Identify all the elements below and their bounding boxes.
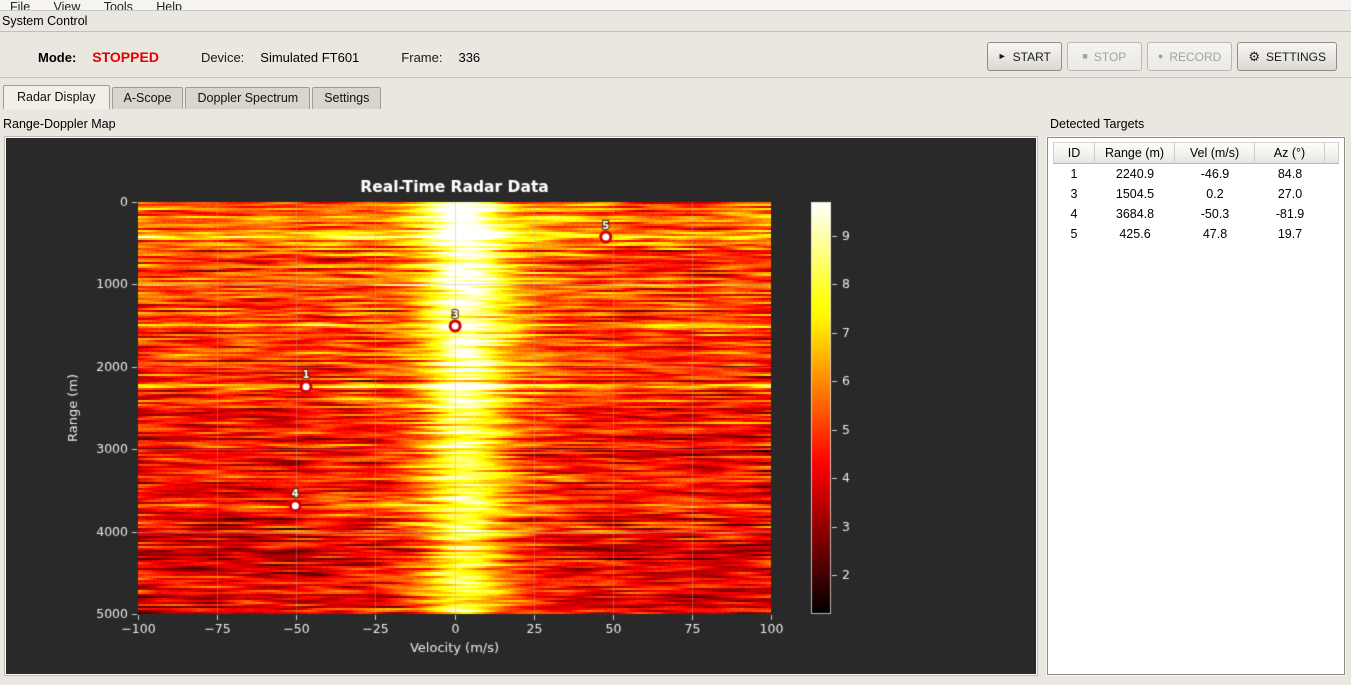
mode-label: Mode: xyxy=(38,49,77,65)
column-header-stub xyxy=(1325,142,1339,164)
targets-table: ID Range (m) Vel (m/s) Az (°) 1 2240.9 -46.9 8… xyxy=(1053,142,1339,244)
control-buttons: ► START ■ STOP ● RECORD ⚙ SETTINGS xyxy=(986,42,1337,71)
range-doppler-section: Range-Doppler Map xyxy=(0,115,1040,676)
table-row[interactable]: 1 2240.9 -46.9 84.8 xyxy=(1053,164,1339,184)
targets-table-panel: ID Range (m) Vel (m/s) Az (°) 1 2240.9 -46.9 8… xyxy=(1046,136,1346,676)
main-content: Range-Doppler Map Detected Targets ID Ran… xyxy=(0,115,1351,676)
menu-item-view[interactable]: View xyxy=(44,0,91,10)
table-cell: 19.7 xyxy=(1277,227,1303,241)
record-button[interactable]: ● RECORD xyxy=(1146,42,1233,71)
menu-item-file[interactable]: File xyxy=(0,0,40,10)
record-icon: ● xyxy=(1157,51,1164,61)
table-row[interactable]: 5 425.6 47.8 19.7 xyxy=(1053,224,1339,244)
start-button[interactable]: ► START xyxy=(986,42,1062,71)
group-separator xyxy=(0,31,1351,32)
table-header-row: ID Range (m) Vel (m/s) Az (°) xyxy=(1053,142,1339,164)
mode-value: STOPPED xyxy=(92,49,159,65)
tab-bar: Radar Display A-Scope Doppler Spectrum S… xyxy=(0,85,1351,109)
radar-figure-canvas xyxy=(6,138,1036,674)
tab-radar-display[interactable]: Radar Display xyxy=(3,85,110,109)
table-cell-stub xyxy=(1325,224,1339,244)
table-cell: 5 xyxy=(1070,227,1078,241)
menu-bar: File View Tools Help xyxy=(0,0,1351,11)
device-label: Device: xyxy=(200,49,245,65)
table-cell: 2240.9 xyxy=(1115,167,1155,181)
table-cell: 3684.8 xyxy=(1115,207,1155,221)
table-cell: 0.2 xyxy=(1206,187,1224,201)
menu-item-tools[interactable]: Tools xyxy=(94,0,143,10)
frame-label: Frame: xyxy=(401,49,443,65)
table-cell: -46.9 xyxy=(1200,167,1230,181)
status-row: Mode: STOPPED Device: Simulated FT601 Fr… xyxy=(38,41,480,73)
table-cell: 1504.5 xyxy=(1115,187,1155,201)
range-doppler-map-title: Range-Doppler Map xyxy=(3,117,116,131)
radar-figure-panel xyxy=(4,136,1038,676)
table-cell: 84.8 xyxy=(1277,167,1303,181)
table-cell-stub xyxy=(1325,164,1339,184)
gear-icon: ⚙ xyxy=(1248,49,1260,64)
table-cell: -50.3 xyxy=(1200,207,1230,221)
table-row[interactable]: 4 3684.8 -50.3 -81.9 xyxy=(1053,204,1339,224)
menu-item-help[interactable]: Help xyxy=(146,0,192,10)
column-header[interactable]: Range (m) xyxy=(1095,142,1175,164)
table-cell: 425.6 xyxy=(1119,227,1151,241)
tab-settings[interactable]: Settings xyxy=(312,87,382,109)
table-cell: 3 xyxy=(1070,187,1078,201)
table-cell: 1 xyxy=(1070,167,1078,181)
column-header[interactable]: ID xyxy=(1053,142,1095,164)
device-value: Simulated FT601 xyxy=(260,49,360,65)
tab-a-scope[interactable]: A-Scope xyxy=(111,87,184,109)
table-cell-stub xyxy=(1325,204,1339,224)
settings-button[interactable]: ⚙ SETTINGS xyxy=(1237,42,1337,71)
stop-icon: ■ xyxy=(1082,51,1088,61)
system-control-group: System Control Mode: STOPPED Device: Sim… xyxy=(0,11,1351,78)
table-cell: 27.0 xyxy=(1277,187,1303,201)
column-header[interactable]: Vel (m/s) xyxy=(1175,142,1255,164)
frame-value: 336 xyxy=(458,49,481,65)
table-cell-stub xyxy=(1325,184,1339,204)
column-header[interactable]: Az (°) xyxy=(1255,142,1325,164)
tab-doppler-spectrum[interactable]: Doppler Spectrum xyxy=(185,87,311,109)
table-cell: 47.8 xyxy=(1202,227,1228,241)
detected-targets-title: Detected Targets xyxy=(1050,117,1145,131)
splitter-handle[interactable] xyxy=(1040,115,1047,675)
detected-targets-section: Detected Targets ID Range (m) Vel (m/s) Az … xyxy=(1046,115,1351,676)
stop-button[interactable]: ■ STOP xyxy=(1066,42,1142,71)
play-icon: ► xyxy=(997,51,1007,61)
table-row[interactable]: 3 1504.5 0.2 27.0 xyxy=(1053,184,1339,204)
table-cell: -81.9 xyxy=(1275,207,1305,221)
table-cell: 4 xyxy=(1070,207,1078,221)
system-control-title: System Control xyxy=(2,14,88,28)
